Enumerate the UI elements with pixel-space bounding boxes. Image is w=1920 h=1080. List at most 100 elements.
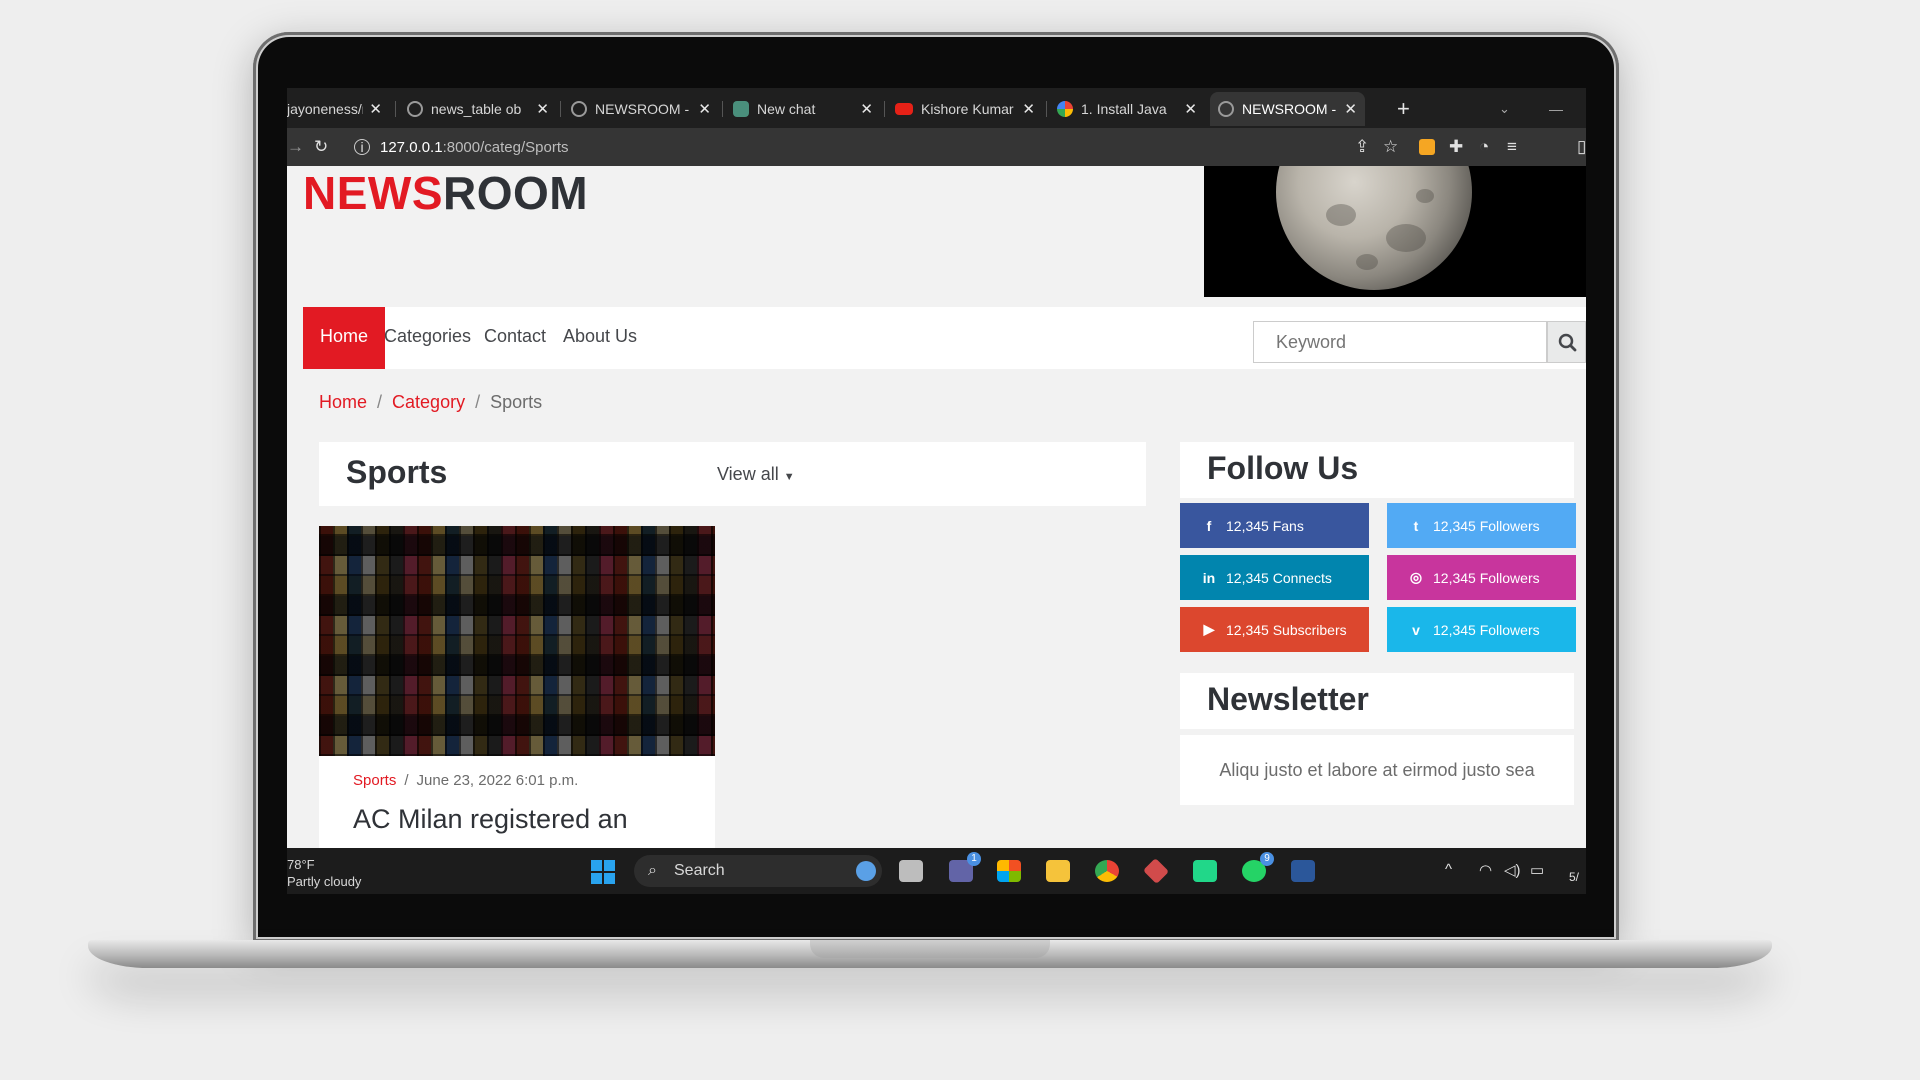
moon-image <box>1276 166 1472 290</box>
follow-us-header: Follow Us <box>1180 442 1574 498</box>
tab-title: NEWSROOM - <box>1242 101 1337 117</box>
breadcrumb-home[interactable]: Home <box>319 392 367 412</box>
tab-title: New chat <box>757 101 816 117</box>
browser-tab[interactable]: NEWSROOM - ✕ <box>563 92 719 126</box>
weather-widget[interactable]: 78°F Partly cloudy <box>287 856 361 890</box>
search-button[interactable] <box>1547 321 1586 363</box>
nav-contact[interactable]: Contact <box>484 307 546 369</box>
logo-room: ROOM <box>443 167 589 219</box>
weather-temp: 78°F <box>287 857 315 872</box>
tab-title: Kishore Kumar <box>921 101 1014 117</box>
browser-tab-strip: jayoneness/n ✕ news_table ob ✕ NEWSROOM … <box>287 88 1586 128</box>
whatsapp-badge: 9 <box>1260 852 1274 866</box>
file-explorer-icon[interactable] <box>1046 860 1070 882</box>
newsletter-title: Newsletter <box>1207 681 1369 717</box>
bookmark-star-icon[interactable]: ☆ <box>1383 137 1398 157</box>
logo-news: NEWS <box>303 167 443 219</box>
view-all-label: View all <box>717 464 779 484</box>
close-tab-icon[interactable]: ✕ <box>1184 100 1197 118</box>
google-icon <box>1057 101 1073 117</box>
tab-title: NEWSROOM - <box>595 101 690 117</box>
windows-start-icon[interactable] <box>591 860 615 884</box>
browser-tab[interactable]: news_table ob ✕ <box>399 92 557 126</box>
reload-icon[interactable]: ↻ <box>314 137 328 157</box>
volume-icon[interactable]: ◁) <box>1504 861 1521 879</box>
web-page: NEWSROOM Home Categories Contact About U… <box>287 166 1586 848</box>
globe-icon <box>571 101 587 117</box>
breadcrumb-category[interactable]: Category <box>392 392 465 412</box>
tab-title: news_table ob <box>431 101 522 117</box>
nav-home[interactable]: Home <box>303 307 386 369</box>
caret-down-icon: ▼ <box>783 471 795 483</box>
taskbar-search[interactable]: ⌕ Search <box>634 855 882 887</box>
twitter-button[interactable]: t 12,345 Followers <box>1387 503 1576 548</box>
linkedin-icon: in <box>1202 569 1216 586</box>
instagram-button[interactable]: ◎ 12,345 Followers <box>1387 555 1576 600</box>
site-logo[interactable]: NEWSROOM <box>303 166 588 220</box>
breadcrumb: Home / Category / Sports <box>319 392 543 412</box>
browser-tab[interactable]: 1. Install Java ✕ <box>1049 92 1205 126</box>
chevron-down-icon[interactable]: ⌄ <box>1491 92 1518 126</box>
article-card: Sports / June 23, 2022 6:01 p.m. AC Milan … <box>319 756 715 848</box>
minimize-icon[interactable]: — <box>1541 92 1571 126</box>
extension-icon[interactable] <box>1419 139 1435 155</box>
close-tab-icon[interactable]: ✕ <box>698 100 711 118</box>
word-icon[interactable] <box>1291 860 1315 882</box>
browser-tab[interactable]: New chat ✕ <box>725 92 881 126</box>
chevron-up-icon[interactable]: ^ <box>1445 861 1452 878</box>
close-tab-icon[interactable]: ✕ <box>536 100 549 118</box>
youtube-button[interactable]: ▶ 12,345 Subscribers <box>1180 607 1369 652</box>
address-bar[interactable]: i 127.0.0.1:8000/categ/Sports <box>354 132 1354 162</box>
facebook-icon: f <box>1206 517 1212 534</box>
forward-icon[interactable]: → <box>287 137 304 157</box>
linkedin-button[interactable]: in 12,345 Connects <box>1180 555 1369 600</box>
side-panel-icon[interactable]: ▯ <box>1577 137 1586 157</box>
microsoft-store-icon[interactable] <box>997 860 1021 882</box>
newsletter-box: Aliqu justo et labore at eirmod justo se… <box>1180 735 1574 805</box>
close-tab-icon[interactable]: ✕ <box>1344 100 1357 118</box>
social-count: 12,345 Followers <box>1433 569 1540 586</box>
task-view-icon[interactable] <box>899 860 923 882</box>
youtube-icon <box>895 103 913 115</box>
browser-tab[interactable]: jayoneness/n ✕ <box>287 92 390 126</box>
nav-categories[interactable]: Categories <box>384 307 471 369</box>
puzzle-icon[interactable]: ✚ <box>1449 137 1463 157</box>
chrome-icon[interactable] <box>1095 860 1119 882</box>
site-info-icon[interactable]: i <box>354 139 370 155</box>
article-category-link[interactable]: Sports <box>353 772 396 789</box>
view-all-dropdown[interactable]: View all ▼ <box>717 464 795 485</box>
article-thumbnail[interactable] <box>319 526 715 756</box>
search-icon <box>1558 333 1577 352</box>
youtube-icon: ▶ <box>1203 621 1215 637</box>
url-host: 127.0.0.1 <box>380 138 443 156</box>
browser-tab[interactable]: Kishore Kumar ✕ <box>887 92 1043 126</box>
social-count: 12,345 Subscribers <box>1226 621 1347 638</box>
pycharm-icon[interactable] <box>1193 860 1217 882</box>
wifi-icon[interactable]: ◠ <box>1479 861 1492 879</box>
vimeo-button[interactable]: v 12,345 Followers <box>1387 607 1576 652</box>
section-title: Sports <box>346 454 448 490</box>
laptop-screen: jayoneness/n ✕ news_table ob ✕ NEWSROOM … <box>287 88 1586 894</box>
share-icon[interactable]: ⇪ <box>1355 137 1369 157</box>
article-title[interactable]: AC Milan registered an <box>353 804 628 835</box>
close-tab-icon[interactable]: ✕ <box>1022 100 1035 118</box>
clock[interactable]: 5/ <box>1569 870 1579 884</box>
facebook-button[interactable]: f 12,345 Fans <box>1180 503 1369 548</box>
new-tab-button[interactable]: + <box>1389 92 1418 126</box>
performance-icon[interactable]: ◔ <box>1479 137 1489 157</box>
reading-list-icon[interactable]: ≡ <box>1507 137 1517 157</box>
browser-tab-active[interactable]: NEWSROOM - ✕ <box>1210 92 1365 126</box>
search-icon: ⌕ <box>648 862 657 879</box>
keyword-search-input[interactable] <box>1253 321 1547 363</box>
globe-icon <box>407 101 423 117</box>
nav-about-us[interactable]: About Us <box>563 307 637 369</box>
close-tab-icon[interactable]: ✕ <box>369 100 382 118</box>
battery-icon[interactable]: ▭ <box>1530 861 1544 879</box>
windows-taskbar: 78°F Partly cloudy ⌕ Search 1 9 ^ ◠ ◁) ▭… <box>287 848 1586 894</box>
header-banner-image[interactable] <box>1204 166 1586 297</box>
social-count: 12,345 Fans <box>1226 517 1304 534</box>
git-icon[interactable] <box>1142 857 1170 885</box>
close-tab-icon[interactable]: ✕ <box>860 100 873 118</box>
section-header: Sports View all ▼ <box>319 442 1146 506</box>
breadcrumb-current: Sports <box>490 392 543 412</box>
